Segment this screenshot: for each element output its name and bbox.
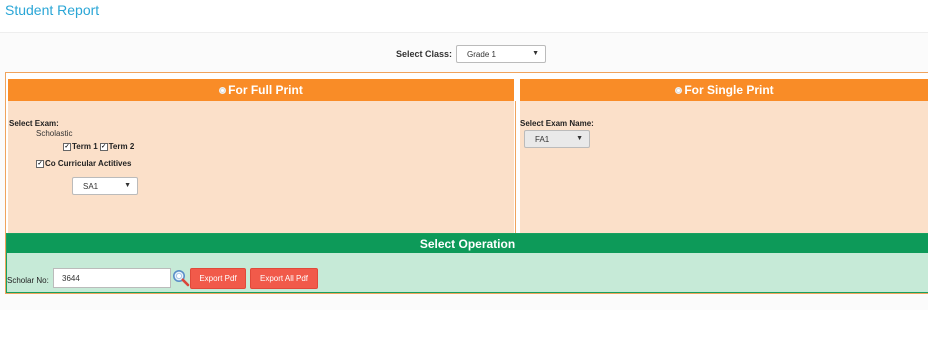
scholar-no-input[interactable]: 3644 bbox=[53, 268, 171, 288]
co-curricular-label: Co Curricular Actitives bbox=[45, 159, 132, 168]
search-icon[interactable] bbox=[172, 269, 190, 287]
term2-checkbox[interactable]: ✓ bbox=[99, 142, 108, 151]
select-exam-label: Select Exam: bbox=[9, 119, 59, 128]
exam-name-select-value: FA1 bbox=[535, 134, 550, 144]
export-all-pdf-button[interactable]: Export All Pdf bbox=[250, 268, 318, 289]
term1-label: Term 1 bbox=[72, 142, 98, 151]
co-curricular-checkbox[interactable]: ✓ bbox=[36, 159, 44, 168]
class-filter: Select Class: Grade 1 ▼ bbox=[396, 44, 547, 64]
full-print-header-label: For Full Print bbox=[228, 83, 303, 97]
exam-select-value: SA1 bbox=[83, 181, 99, 191]
page-title: Student Report bbox=[5, 2, 100, 18]
operation-header: Select Operation bbox=[7, 234, 928, 253]
caret-down-icon: ▼ bbox=[576, 135, 583, 142]
single-print-header[interactable]: For Single Print bbox=[520, 79, 928, 101]
term1-checkbox[interactable]: ✓ bbox=[63, 142, 71, 151]
radio-full-print-icon[interactable] bbox=[219, 86, 227, 94]
caret-down-icon: ▼ bbox=[124, 182, 131, 189]
select-exam-name-label: Select Exam Name: bbox=[520, 119, 594, 128]
radio-single-print-icon[interactable] bbox=[675, 86, 683, 94]
single-print-header-label: For Single Print bbox=[684, 83, 774, 97]
co-curricular-row: ✓ Co Curricular Actitives bbox=[36, 159, 131, 168]
scholastic-label: Scholastic bbox=[36, 129, 73, 138]
scholar-no-label: Scholar No: bbox=[7, 276, 49, 285]
full-print-header[interactable]: For Full Print bbox=[8, 79, 514, 101]
term-checks: ✓ Term 1 ✓ Term 2 bbox=[63, 142, 134, 151]
exam-select[interactable]: SA1 ▼ bbox=[72, 177, 138, 195]
class-select[interactable]: Grade 1 ▼ bbox=[456, 45, 547, 63]
caret-down-icon: ▼ bbox=[532, 50, 540, 57]
term2-label: Term 2 bbox=[108, 142, 135, 151]
export-pdf-button[interactable]: Export Pdf bbox=[190, 268, 246, 289]
class-select-value: Grade 1 bbox=[467, 49, 496, 59]
exam-name-select[interactable]: FA1 ▼ bbox=[524, 130, 590, 148]
scholar-no-value: 3644 bbox=[62, 273, 80, 283]
operation-panel: Select Operation Scholar No: 3644 Export… bbox=[6, 233, 928, 293]
select-class-label: Select Class: bbox=[396, 49, 453, 59]
